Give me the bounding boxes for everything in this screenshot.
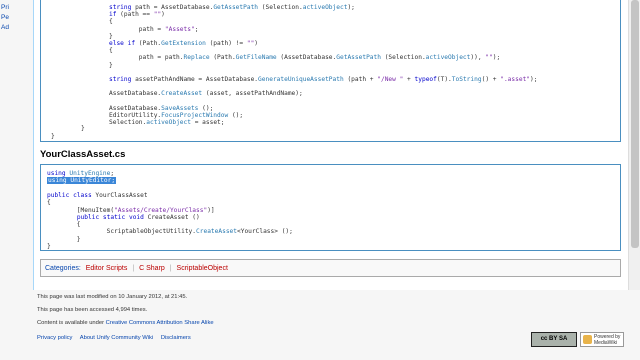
mediawiki-badge[interactable]: Powered by MediaWiki <box>580 332 624 347</box>
sidebar: Pri Pe Ad <box>0 0 33 360</box>
code-line: path = path.Replace (Path.GetFileName (A… <box>109 54 501 62</box>
code-line: { <box>47 221 81 229</box>
footer-access-count: This page has been accessed 4,994 times. <box>37 307 148 313</box>
code-line: { <box>109 47 113 55</box>
footer-last-modified: This page was last modified on 10 Januar… <box>37 294 188 300</box>
code-line: } <box>81 125 85 132</box>
footer-license: Content is available under Creative Comm… <box>37 320 214 326</box>
code-line: string path = AssetDatabase.GetAssetPath… <box>109 4 355 11</box>
scrollbar-thumb[interactable] <box>631 0 639 248</box>
code-line: string assetPathAndName = AssetDatabase.… <box>109 76 538 83</box>
scrollbar[interactable] <box>628 0 640 290</box>
license-prefix: Content is available under <box>37 320 106 326</box>
code-line: using UnityEditor; <box>47 177 117 185</box>
sidebar-link[interactable]: Pri <box>1 4 9 11</box>
code-line: } <box>51 132 55 140</box>
article-content: string path = AssetDatabase.GetAssetPath… <box>33 0 628 290</box>
code-line: Selection.activeObject = asset; <box>109 119 225 127</box>
section-title: YourClassAsset.cs <box>40 149 126 160</box>
categories-label[interactable]: Categories: <box>45 265 81 272</box>
category-bar: Categories: Editor Scripts | C Sharp | S… <box>40 259 621 277</box>
cc-license-badge[interactable]: cc BY SA <box>531 332 577 347</box>
code-line: } <box>47 243 51 250</box>
license-link[interactable]: Creative Commons Attribution Share Alike <box>106 320 214 326</box>
category-link-c-sharp[interactable]: C Sharp <box>139 265 165 272</box>
code-line: public static void CreateAsset () <box>76 213 200 221</box>
code-line: [MenuItem("Assets/Create/YourClass")] <box>47 206 215 214</box>
code-line: using UnityEngine; <box>47 170 115 177</box>
code-line: { <box>109 18 113 26</box>
code-block-top: string path = AssetDatabase.GetAssetPath… <box>40 0 621 142</box>
code-line: } <box>109 61 113 69</box>
category-link-scriptableobject[interactable]: ScriptableObject <box>177 265 228 272</box>
privacy-policy-link[interactable]: Privacy policy <box>37 335 72 341</box>
code-block-bottom: using UnityEngine; using UnityEditor; publ… <box>40 164 621 251</box>
disclaimers-link[interactable]: Disclaimers <box>161 335 191 341</box>
code-line: else if (Path.GetExtension (path) != "") <box>109 40 259 47</box>
mediawiki-icon <box>583 335 592 344</box>
code-line: ScriptableObjectUtility.CreateAsset<Your… <box>47 228 293 236</box>
code-line: } <box>109 32 113 40</box>
mediawiki-badge-label: Powered by MediaWiki <box>594 333 621 346</box>
code-line: if (path == "") <box>109 11 165 19</box>
code-line: EditorUtility.FocusProjectWindow (); <box>109 112 244 119</box>
category-link-editor-scripts[interactable]: Editor Scripts <box>86 265 128 272</box>
about-link[interactable]: About Unify Community Wiki <box>80 335 153 341</box>
sidebar-link[interactable]: Ad <box>1 24 9 31</box>
code-line: path = "Assets"; <box>109 25 199 33</box>
code-line: AssetDatabase.CreateAsset (asset, assetP… <box>109 90 303 98</box>
code-line: public class YourClassAsset <box>47 191 148 199</box>
category-separator: | <box>169 265 172 272</box>
category-separator: | <box>132 265 135 272</box>
footer-links: Privacy policy About Unify Community Wik… <box>37 335 197 341</box>
sidebar-link[interactable]: Pe <box>1 14 9 21</box>
code-line: } <box>47 235 81 243</box>
code-line: AssetDatabase.SaveAssets (); <box>109 104 214 112</box>
code-line: { <box>47 199 51 207</box>
